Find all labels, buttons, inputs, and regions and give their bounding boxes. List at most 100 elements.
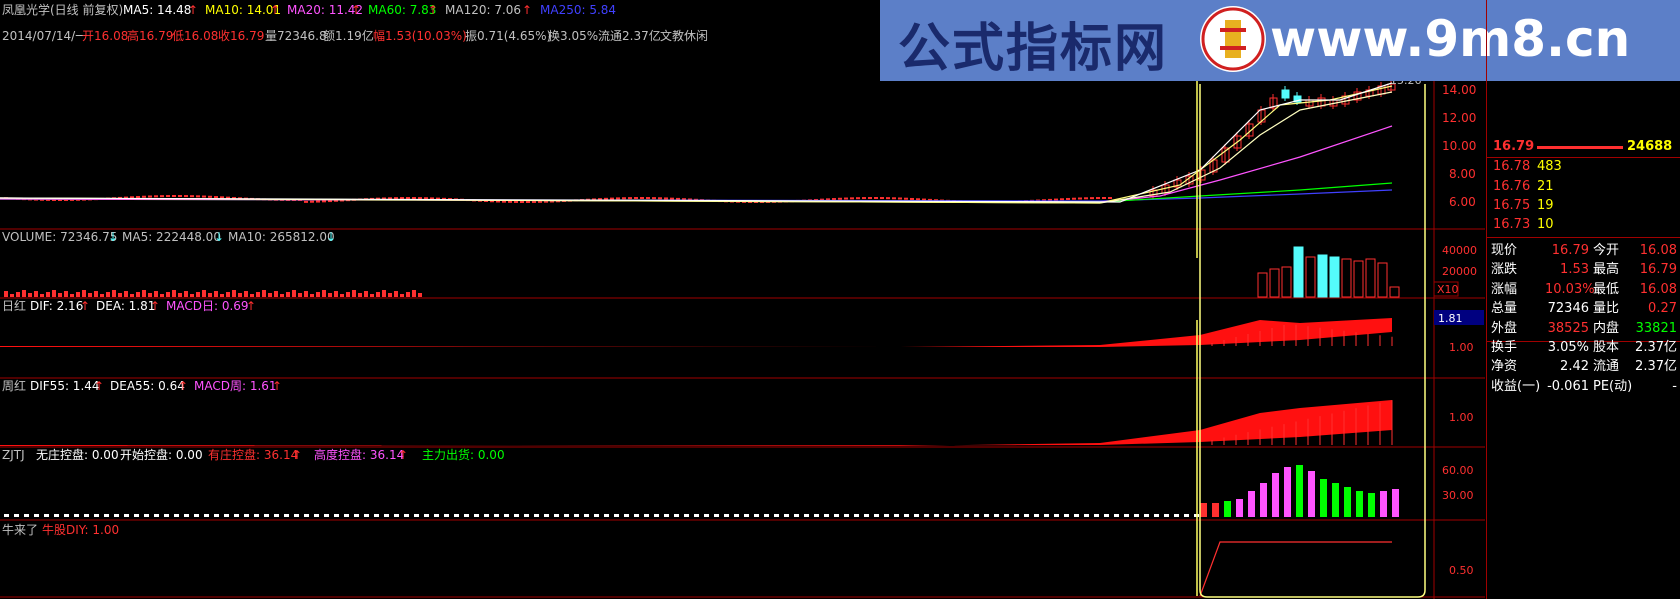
svg-text:10.00: 10.00 (1442, 139, 1476, 153)
candle (184, 195, 188, 198)
quote-open: 开16.08 (82, 29, 128, 43)
zjtj-bar (964, 514, 969, 517)
zjtj-bar (264, 514, 269, 517)
candle (1054, 198, 1058, 201)
zjtj-bar (404, 514, 409, 517)
niu-name: 牛来了 (2, 522, 38, 537)
svg-text:↓: ↓ (214, 230, 224, 244)
volume-bar (382, 290, 386, 297)
panel-divider-2 (1487, 237, 1680, 238)
quote-value: 38525 (1547, 320, 1589, 336)
volume-bar (286, 292, 290, 297)
zjtj-bar (314, 514, 319, 517)
svg-text:↑: ↑ (522, 3, 532, 17)
quote-label: 今开 (1593, 243, 1620, 258)
volume-bar (316, 292, 320, 297)
candle (178, 195, 182, 198)
macd-week-macd: MACD周: 1.61 (194, 379, 277, 393)
quote-panel: 16.79 24688 16.78 483 16.76 21 16.75 19 … (1486, 0, 1680, 599)
volume-bar (4, 291, 8, 297)
zjtj-bar (1164, 514, 1169, 517)
candle (616, 197, 620, 200)
zjtj-bar (1184, 514, 1189, 517)
zjtj-bar (1114, 514, 1119, 517)
svg-text:40000: 40000 (1442, 244, 1477, 257)
zjtj-bar (1024, 514, 1029, 517)
svg-text:↑: ↑ (150, 299, 160, 313)
candle (304, 200, 308, 203)
quote-label: 现价 (1491, 243, 1518, 258)
volume-bar (1269, 268, 1280, 298)
candle (502, 200, 506, 203)
candle (196, 195, 200, 198)
svg-text:↑: ↑ (188, 3, 198, 17)
zjtj-bar (1094, 514, 1099, 517)
macd-day-name: 日红 (2, 298, 26, 313)
zjtj-bar (334, 514, 339, 517)
zjtj-bar (104, 514, 109, 517)
volume-bar (46, 292, 50, 297)
svg-text:↑: ↑ (428, 3, 438, 17)
zjtj-bar (134, 514, 139, 517)
candle (526, 200, 530, 203)
candle (532, 200, 536, 203)
volume-bar (16, 292, 20, 297)
ma20-line (0, 91, 1393, 204)
volume-bar (256, 292, 260, 297)
book-volume: 483 (1537, 159, 1562, 174)
quote-label: 股本 (1593, 340, 1620, 355)
zjtj-bar (704, 514, 709, 517)
macd-day-current-value: 1.81 (1438, 312, 1463, 325)
kline-chart[interactable]: 凤凰光学(日线 前复权) MA5: 14.48 MA10: 14.01 MA20… (0, 0, 1485, 599)
zjtj-bar (1014, 514, 1019, 517)
zjtj-bar (74, 514, 79, 517)
volume-bar (370, 294, 374, 297)
zjtj-bar (764, 514, 769, 517)
candle (664, 197, 668, 200)
volume-bar (1353, 260, 1364, 298)
quote-label: PE(动) (1593, 378, 1633, 394)
quote-label: 内盘 (1593, 320, 1620, 336)
quote-volume: 量72346.8 (265, 29, 327, 43)
quote-change: 幅1.53(10.03%) (373, 28, 467, 43)
svg-text:↓: ↓ (108, 230, 118, 244)
candle (412, 197, 416, 200)
svg-text:X10: X10 (1437, 283, 1459, 296)
zjtj-bar (804, 514, 809, 517)
zjtj-d: 高度控盘: 36.14 (314, 447, 404, 462)
zjtj-bar (894, 514, 899, 517)
zjtj-bar (1320, 479, 1327, 517)
quote-value: 16.08 (1639, 281, 1677, 297)
ma-lines (0, 82, 1393, 204)
zjtj-bar (564, 514, 569, 517)
candle (1096, 197, 1100, 200)
candle (514, 200, 518, 203)
zjtj-bar (54, 514, 59, 517)
volume-bar (364, 291, 368, 297)
zjtj-bar (274, 514, 279, 517)
volume-bar (184, 291, 188, 297)
ma120-label: MA120: 7.06 (445, 3, 521, 17)
zjtj-bar (414, 514, 419, 517)
zjtj-bar (1104, 514, 1109, 517)
candle (508, 200, 512, 203)
volume-bar (226, 292, 230, 297)
volume-bar (1365, 258, 1376, 298)
volume-bar (58, 293, 62, 297)
volume-bar (82, 290, 86, 297)
quote-close: 收16.79 (218, 29, 264, 43)
zjtj-bar (1084, 514, 1089, 517)
volume-bar (88, 293, 92, 297)
volume-bar (232, 290, 236, 297)
zjtj-bar (784, 514, 789, 517)
macd-day-axis: 1.00 (1449, 341, 1474, 354)
zjtj-bar (194, 514, 199, 517)
quote-label: 涨跌 (1491, 262, 1518, 278)
volume-ma10: MA10: 265812.00 (228, 230, 335, 244)
macd-week-axis: 1.00 (1449, 411, 1474, 424)
candle (214, 196, 218, 199)
candle (160, 195, 164, 198)
zjtj-bars (4, 465, 1399, 517)
zjtj-bar (994, 514, 999, 517)
candle (856, 197, 860, 200)
